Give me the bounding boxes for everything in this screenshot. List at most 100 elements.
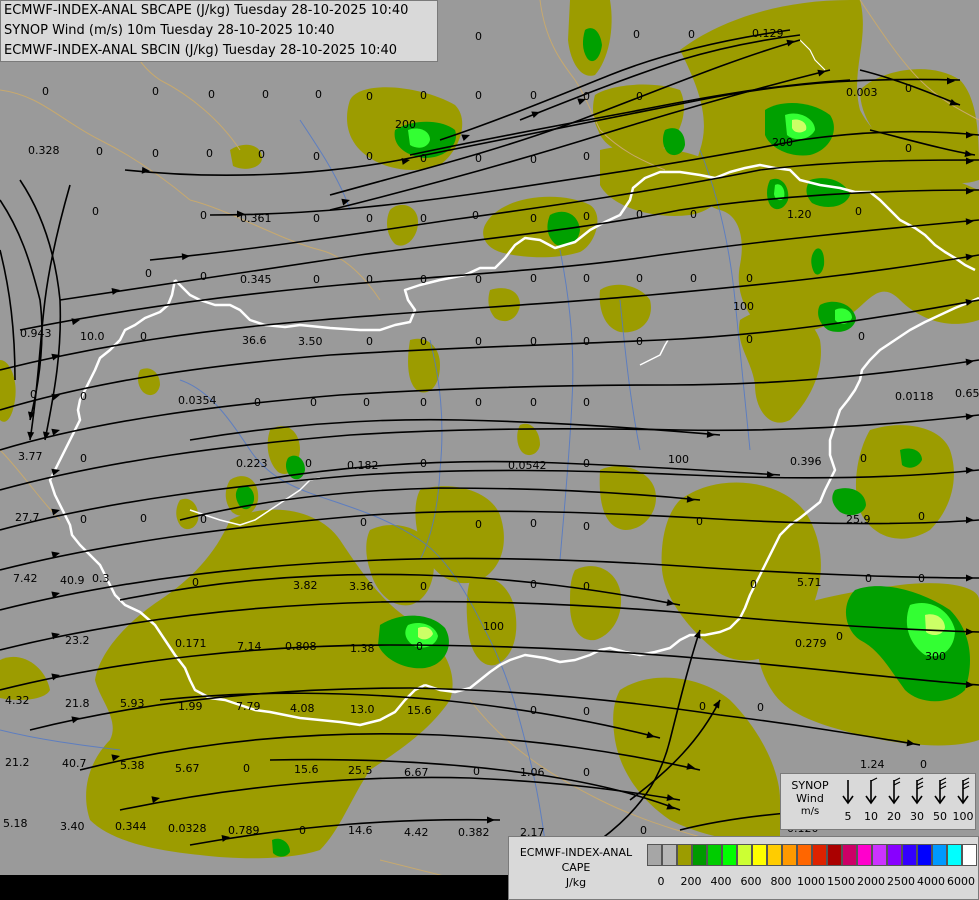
value-label: 1.38 (350, 642, 375, 655)
value-label: 0 (583, 272, 590, 285)
synop-legend-tick: 10 (860, 776, 882, 823)
value-label: 200 (772, 136, 793, 149)
value-label: 0 (42, 85, 49, 98)
title-cin: ECMWF-INDEX-ANAL SBCIN (J/kg) Tuesday 28… (4, 43, 398, 58)
value-label: 0 (366, 90, 373, 103)
value-label: 3.36 (349, 580, 374, 593)
synop-legend-unit: m/s (800, 806, 820, 817)
value-label: 0 (140, 330, 147, 343)
cape-legend-swatch (647, 844, 662, 866)
value-label: 0 (918, 572, 925, 585)
value-label: 40.9 (60, 574, 85, 587)
cape-legend-tick-label: 2000 (857, 875, 885, 888)
wind-barb-icon (911, 777, 924, 805)
value-label: 4.08 (290, 702, 315, 715)
cape-legend-swatch (722, 844, 737, 866)
value-label: 0 (530, 396, 537, 409)
value-label: 0.345 (240, 273, 272, 286)
value-label: 200 (395, 118, 416, 131)
value-label: 25.9 (846, 513, 871, 526)
cape-legend-tick-label: 1500 (827, 875, 855, 888)
value-label: 0 (313, 212, 320, 225)
value-label: 0 (254, 396, 261, 409)
synop-legend-subtitle: Wind (796, 792, 824, 805)
value-label: 7.14 (237, 640, 262, 653)
value-label: 0 (420, 335, 427, 348)
value-label: 0 (420, 89, 427, 102)
value-label: 100 (668, 453, 689, 466)
value-label: 0 (200, 209, 207, 222)
value-label: 0 (530, 89, 537, 102)
value-label: 0 (746, 272, 753, 285)
value-label: 0 (746, 333, 753, 346)
value-label: 0 (152, 85, 159, 98)
value-label: 0 (475, 518, 482, 531)
cape-legend-swatch (962, 844, 977, 866)
value-label: 5.71 (797, 576, 822, 589)
cape-legend-swatch (872, 844, 887, 866)
cape-legend-swatch (917, 844, 932, 866)
value-label: 0 (80, 390, 87, 403)
cape-legend-swatch (782, 844, 797, 866)
value-label: 0 (858, 330, 865, 343)
cape-legend-tick-label: 200 (680, 875, 702, 888)
value-label: 0.361 (240, 212, 272, 225)
value-label: 0 (299, 824, 306, 837)
cape-legend-unit: J/kg (565, 876, 587, 889)
synop-legend-speed: 20 (887, 810, 901, 823)
value-label: 7.42 (13, 572, 38, 585)
value-label: 0 (905, 142, 912, 155)
value-label: 3.50 (298, 335, 323, 348)
cape-legend-tick-label: 400 (710, 875, 732, 888)
value-label: 0.789 (228, 824, 260, 837)
value-label: 0 (363, 396, 370, 409)
value-label: 0.382 (458, 826, 490, 839)
value-label: 0 (420, 396, 427, 409)
value-label: 0 (206, 147, 213, 160)
value-label: 0 (475, 152, 482, 165)
cape-legend-swatch (812, 844, 827, 866)
value-label: 0 (96, 145, 103, 158)
cape-legend-swatch (737, 844, 752, 866)
value-label: 0.943 (20, 327, 52, 340)
value-label: 6.67 (404, 766, 429, 779)
value-label: 0 (475, 396, 482, 409)
value-label: 0 (636, 272, 643, 285)
value-label: 0 (530, 335, 537, 348)
value-label: 0.65 (955, 387, 979, 400)
value-label: 0 (360, 516, 367, 529)
map-title-box: ECMWF-INDEX-ANAL SBCAPE (J/kg) Tuesday 2… (0, 0, 438, 62)
wind-barb-icon (842, 780, 854, 805)
value-label: 0 (636, 335, 643, 348)
value-label: 15.6 (407, 704, 432, 717)
synop-wind-legend: SYNOP Wind m/s 5 10 20 30 50 100 (780, 773, 976, 830)
synop-legend-speed: 30 (910, 810, 924, 823)
synop-legend-tick: 100 (952, 776, 974, 823)
weather-map[interactable]: 0 0 0 00 0.1290 00 0 0 0 0 0 0 0.003 00.328 0 0 0 02000 0 0… (0, 0, 979, 900)
value-label: 7.79 (236, 700, 261, 713)
value-label: 0 (420, 580, 427, 593)
value-label: 0.0354 (178, 394, 217, 407)
value-label: 0 (690, 272, 697, 285)
value-label: 0 (750, 578, 757, 591)
value-label: 0 (420, 152, 427, 165)
wind-barb-icon (865, 777, 878, 805)
value-label: 3.40 (60, 820, 85, 833)
cape-legend-swatch (677, 844, 692, 866)
value-label: 0 (633, 28, 640, 41)
value-label: 0 (152, 147, 159, 160)
value-label: 0 (92, 205, 99, 218)
cape-legend-swatch (767, 844, 782, 866)
value-label: 0 (583, 705, 590, 718)
value-label: 0 (583, 335, 590, 348)
value-label: 1.06 (520, 766, 545, 779)
value-label: 0 (530, 517, 537, 530)
title-wind: SYNOP Wind (m/s) 10m Tuesday 28-10-2025 … (4, 23, 335, 38)
value-label: 100 (733, 300, 754, 313)
value-label: 0 (475, 273, 482, 286)
value-label: 0 (636, 90, 643, 103)
cape-legend-title: ECMWF-INDEX-ANAL (519, 846, 633, 859)
value-label: 0 (583, 396, 590, 409)
value-label: 0.129 (752, 27, 784, 40)
cape-legend-label: ECMWF-INDEX-ANAL CAPE J/kg (512, 845, 640, 890)
